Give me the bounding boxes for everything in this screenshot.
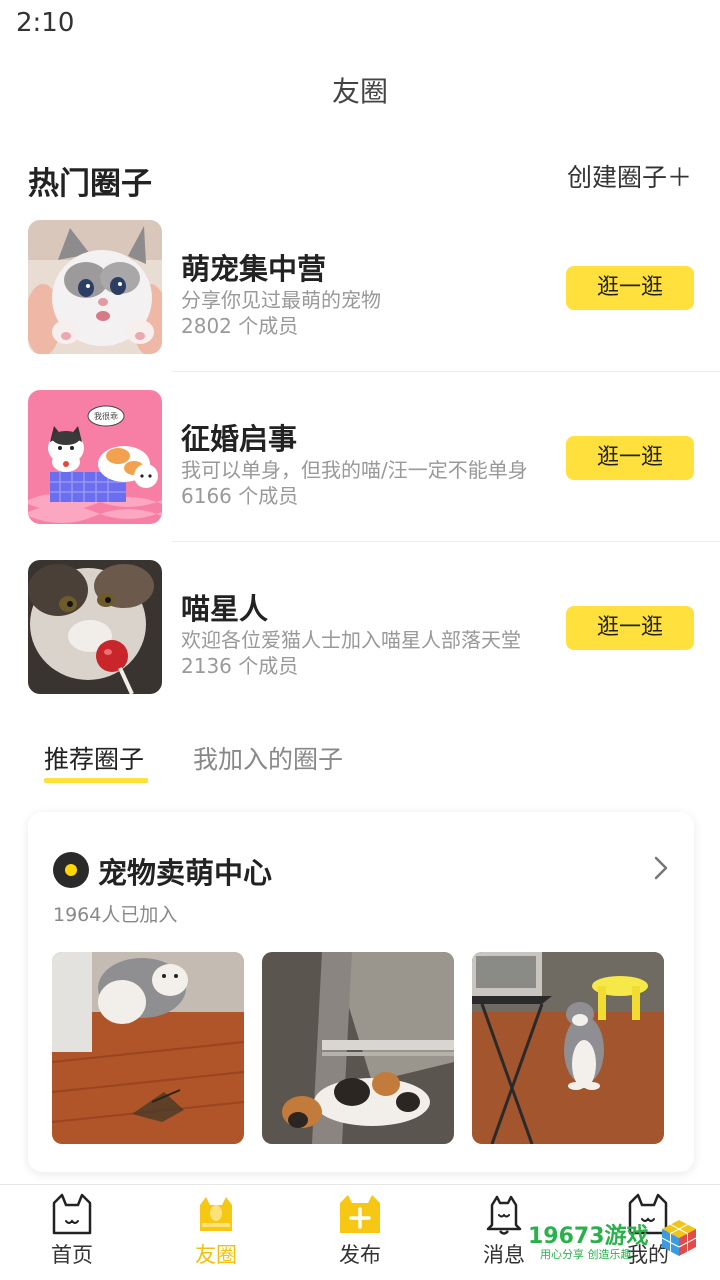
circle-cat-icon [200,1197,232,1231]
nav-label: 发布 [339,1243,381,1267]
message-bell-icon [486,1195,522,1235]
circle-thumbnail [28,220,162,354]
browse-button[interactable]: 逛一逛 [566,436,694,480]
circle-member-count: 2136 个成员 [181,654,299,678]
browse-button[interactable]: 逛一逛 [566,266,694,310]
active-tab-indicator [44,778,148,783]
kitten-photo [28,220,162,354]
status-time: 2:10 [16,8,75,38]
circle-name: 喵星人 [181,592,269,626]
speech-bubble-text: 我很乖 [94,411,118,421]
hot-circle-item[interactable]: 喵星人 欢迎各位爱猫人士加入喵星人部落天堂 2136 个成员 逛一逛 [0,560,720,730]
page-title: 友圈 [331,75,388,108]
circle-description: 欢迎各位爱猫人士加入喵星人部落天堂 [181,628,521,652]
circle-description: 分享你见过最萌的宠物 [181,288,381,312]
divider [172,371,720,372]
circle-member-count: 6166 个成员 [181,484,299,508]
nav-item-home[interactable]: 首页 [0,1185,144,1280]
watermark-subtext: 用心分享 创造乐趣 [540,1248,632,1261]
cat-sitting-photo[interactable] [472,952,664,1144]
chevron-right-icon[interactable] [648,852,676,884]
joined-count: 1964人已加入 [53,904,178,926]
tab-joined[interactable]: 我加入的圈子 [193,740,343,776]
hot-circles-list: 萌宠集中营 分享你见过最萌的宠物 2802 个成员 逛一逛 我很乖 征婚启事 我… [0,220,720,730]
circle-member-count: 2802 个成员 [181,314,299,338]
status-bar: 2:10 [0,0,720,52]
cube-logo-icon [661,1220,697,1256]
cartoon-cats-illustration: 我很乖 [28,390,162,524]
watermark-logo: 19673游戏 用心分享 创造乐趣 [528,1214,704,1262]
circle-thumbnail [28,560,162,694]
circle-badge-icon [53,852,89,888]
hot-circle-item[interactable]: 萌宠集中营 分享你见过最萌的宠物 2802 个成员 逛一逛 [0,220,720,390]
calico-cat-photo[interactable] [262,952,454,1144]
publish-plus-icon [340,1195,380,1233]
circle-description: 我可以单身，但我的喵/汪一定不能单身 [181,458,528,482]
circle-name: 萌宠集中营 [181,252,327,286]
recommended-circle-card[interactable]: 宠物卖萌中心 1964人已加入 [28,812,694,1172]
nav-item-publish[interactable]: 发布 [288,1185,432,1280]
create-circle-button[interactable]: 创建圈子＋ [567,158,692,194]
tab-recommended[interactable]: 推荐圈子 [44,740,144,776]
circle-tabs: 推荐圈子 我加入的圈子 [44,740,684,790]
circle-thumbnail: 我很乖 [28,390,162,524]
cat-lollipop-photo [28,560,162,694]
photo-strip [52,952,672,1144]
cat-playing-photo[interactable] [52,952,244,1144]
recommended-circle-title: 宠物卖萌中心 [98,856,273,890]
browse-button[interactable]: 逛一逛 [566,606,694,650]
circle-name: 征婚启事 [181,422,298,456]
hot-circles-title: 热门圈子 [28,166,152,202]
nav-item-circles[interactable]: 友圈 [144,1185,288,1280]
title-bar: 友圈 [0,60,720,124]
nav-label: 首页 [51,1243,93,1267]
home-cat-icon [52,1193,92,1235]
hot-circles-header: 热门圈子 创建圈子＋ [28,152,692,208]
divider [172,541,720,542]
nav-label: 友圈 [195,1243,237,1267]
hot-circle-item[interactable]: 我很乖 征婚启事 我可以单身，但我的喵/汪一定不能单身 6166 个成员 逛一逛 [0,390,720,560]
